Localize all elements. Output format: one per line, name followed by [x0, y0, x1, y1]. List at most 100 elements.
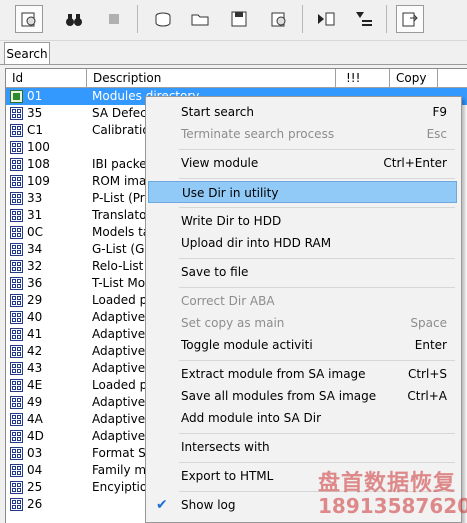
menu-separator — [179, 287, 455, 288]
module-icon — [10, 277, 23, 290]
menu-label: Show log — [181, 498, 236, 512]
menu-shortcut: Esc — [426, 127, 447, 141]
module-icon — [10, 430, 23, 443]
settings-icon[interactable] — [15, 5, 43, 33]
column-header-copy[interactable]: Copy — [390, 69, 438, 87]
menu-label: Save to file — [181, 265, 249, 279]
run-icon[interactable] — [312, 5, 340, 33]
menu-shortcut: Enter — [414, 338, 447, 352]
export-icon[interactable] — [396, 5, 424, 33]
module-icon — [10, 345, 23, 358]
menu-start-search[interactable]: Start search F9 — [148, 101, 457, 123]
module-icon — [10, 243, 23, 256]
menu-shortcut: Space — [410, 316, 447, 330]
row-id: 32 — [27, 259, 43, 273]
row-id: 40 — [27, 310, 43, 324]
menu-label: Use Dir in utility — [182, 186, 279, 200]
menu-terminate-search[interactable]: Terminate search process Esc — [148, 123, 457, 145]
row-id: 35 — [27, 106, 43, 120]
row-id: 29 — [27, 293, 43, 307]
row-id: 36 — [27, 276, 43, 290]
module-icon — [10, 379, 23, 392]
module-icon — [10, 260, 23, 273]
row-id: 108 — [27, 157, 50, 171]
watermark-phone: 18913587620 — [318, 494, 467, 518]
menu-correct-dir[interactable]: Correct Dir ABA — [148, 290, 457, 312]
sort-icon[interactable] — [350, 5, 378, 33]
menu-set-copy-main[interactable]: Set copy as main Space — [148, 312, 457, 334]
menu-shortcut: Ctrl+A — [407, 389, 447, 403]
row-id: 03 — [27, 446, 43, 460]
module-icon — [10, 396, 23, 409]
menu-label: Intersects with — [181, 440, 270, 454]
menu-separator — [179, 360, 455, 361]
menu-label: Set copy as main — [181, 316, 285, 330]
row-id: 26 — [27, 497, 43, 511]
menu-separator — [179, 178, 455, 179]
row-id: 4A — [27, 412, 43, 426]
menu-label: Terminate search process — [181, 127, 335, 141]
menu-separator — [179, 149, 455, 150]
binoculars-icon[interactable] — [60, 5, 88, 33]
menu-label: Correct Dir ABA — [181, 294, 275, 308]
column-header-flags[interactable]: !!! — [336, 69, 390, 87]
module-icon — [10, 141, 23, 154]
menu-save-to-file[interactable]: Save to file — [148, 261, 457, 283]
menu-view-module[interactable]: View module Ctrl+Enter — [148, 152, 457, 174]
row-description: T-List Mod — [92, 276, 153, 290]
menu-extract-module[interactable]: Extract module from SA image Ctrl+S — [148, 363, 457, 385]
menu-shortcut: Ctrl+Enter — [383, 156, 447, 170]
column-header-id[interactable]: Id — [6, 69, 87, 87]
menu-label: Export to HTML — [181, 469, 274, 483]
module-icon — [10, 124, 23, 137]
disk-icon[interactable] — [150, 5, 178, 33]
module-icon — [10, 413, 23, 426]
row-description: Models ta — [92, 225, 151, 239]
save-icon[interactable] — [225, 5, 253, 33]
column-header-description[interactable]: Description — [87, 69, 336, 87]
menu-use-dir-in-utility[interactable]: Use Dir in utility — [148, 181, 457, 203]
folder-module-icon — [10, 90, 23, 103]
row-id: 4D — [27, 429, 44, 443]
gear-disk-icon[interactable] — [265, 5, 293, 33]
row-id: 41 — [27, 327, 43, 341]
menu-add-module[interactable]: Add module into SA Dir — [148, 407, 457, 429]
open-folder-icon[interactable] — [187, 5, 215, 33]
menu-label: Add module into SA Dir — [181, 411, 322, 425]
context-menu: Start search F9 Terminate search process E… — [145, 96, 462, 523]
row-id: 4E — [27, 378, 43, 392]
menu-label: Toggle module activiti — [181, 338, 313, 352]
row-description: IBI packet — [92, 157, 152, 171]
menu-upload-dir[interactable]: Upload dir into HDD RAM — [148, 232, 457, 254]
toolbar-separator — [137, 5, 138, 33]
menu-label: Extract module from SA image — [181, 367, 366, 381]
row-id: 100 — [27, 140, 50, 154]
toolbar — [0, 0, 467, 41]
row-id: 34 — [27, 242, 43, 256]
menu-shortcut: Ctrl+S — [407, 367, 447, 381]
toolbar-separator — [386, 5, 387, 33]
module-icon — [10, 294, 23, 307]
module-icon — [10, 328, 23, 341]
row-description: Translator — [92, 208, 152, 222]
menu-toggle-module[interactable]: Toggle module activiti Enter — [148, 334, 457, 356]
row-id: 42 — [27, 344, 43, 358]
row-id: 31 — [27, 208, 43, 222]
menu-separator — [179, 462, 455, 463]
tab-search[interactable]: Search — [4, 42, 50, 65]
table-header: Id Description !!! Copy — [6, 69, 467, 88]
menu-write-dir[interactable]: Write Dir to HDD — [148, 210, 457, 232]
stop-icon[interactable] — [100, 5, 128, 33]
menu-label: View module — [181, 156, 259, 170]
module-icon — [10, 498, 23, 511]
menu-save-all-modules[interactable]: Save all modules from SA image Ctrl+A — [148, 385, 457, 407]
menu-shortcut: F9 — [432, 105, 447, 119]
row-id: 109 — [27, 174, 50, 188]
row-description: Format Se — [92, 446, 154, 460]
row-id: 33 — [27, 191, 43, 205]
row-id: C1 — [27, 123, 44, 137]
tab-divider — [0, 64, 467, 65]
module-icon — [10, 362, 23, 375]
menu-intersects-with[interactable]: Intersects with — [148, 436, 457, 458]
menu-separator — [179, 433, 455, 434]
